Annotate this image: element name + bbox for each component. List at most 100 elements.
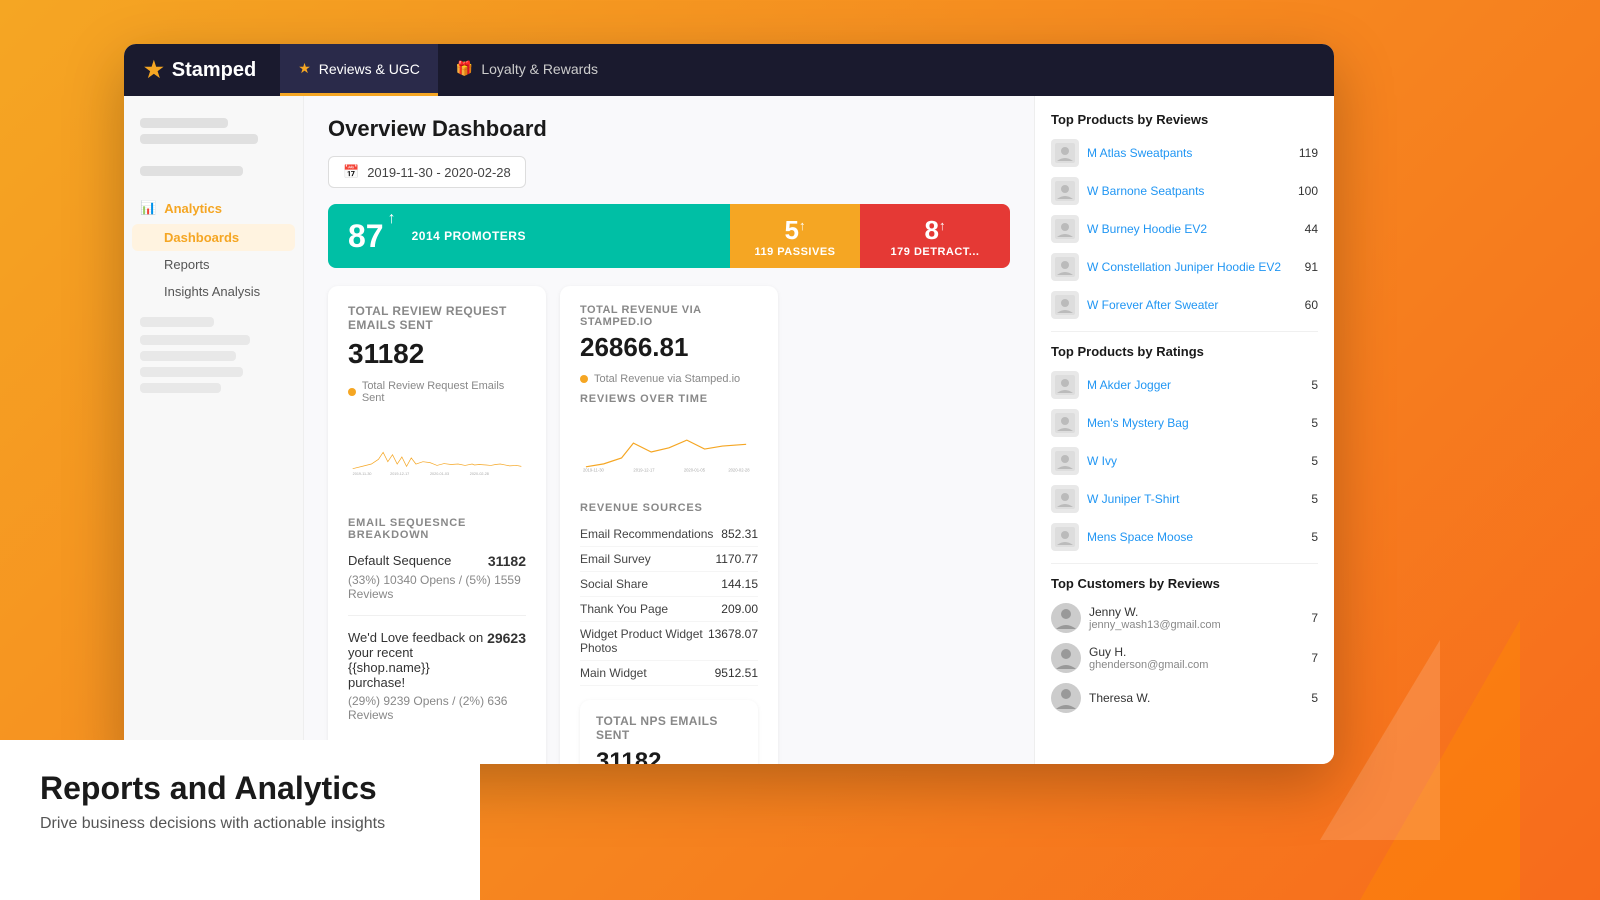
product-row: W Barnone Seatpants 100 [1051, 177, 1318, 205]
customer-name: Theresa W. [1089, 691, 1303, 705]
customer-avatar [1051, 643, 1081, 673]
product-count: 5 [1311, 492, 1318, 506]
product-thumb [1051, 447, 1079, 475]
product-name[interactable]: W Ivy [1087, 454, 1303, 468]
customer-avatar [1051, 603, 1081, 633]
source-amount: 13678.07 [708, 627, 758, 655]
product-count: 60 [1305, 298, 1318, 312]
source-name: Email Survey [580, 552, 651, 566]
revenue-card: Total Revenue via Stamped.io 26866.81 To… [560, 286, 778, 764]
source-amount: 852.31 [721, 527, 758, 541]
top-products-reviews-title: Top Products by Reviews [1051, 112, 1318, 127]
reviews-over-time-title: REVIEWS OVER TIME [580, 393, 758, 405]
app-window: ★ Stamped ★ Reviews & UGC 🎁 Loyalty & Re… [124, 44, 1334, 764]
top-customers-title: Top Customers by Reviews [1051, 576, 1318, 591]
product-name[interactable]: W Burney Hoodie EV2 [1087, 222, 1297, 236]
top-products-ratings-title: Top Products by Ratings [1051, 344, 1318, 359]
product-count: 5 [1311, 454, 1318, 468]
email-card-title: Total Review Request Emails Sent [348, 304, 526, 332]
product-thumb [1051, 291, 1079, 319]
revenue-chart: 2019-11-30 2019-12-17 2020-01-05 2020-02… [580, 417, 758, 487]
top-nav: ★ Stamped ★ Reviews & UGC 🎁 Loyalty & Re… [124, 44, 1334, 96]
sidebar-sub-dashboards[interactable]: Dashboards [132, 224, 295, 251]
nav-tab-loyalty-label: Loyalty & Rewards [481, 61, 598, 77]
product-name[interactable]: Men's Mystery Bag [1087, 416, 1303, 430]
brand-star-icon: ★ [144, 57, 164, 83]
dashboard-title: Overview Dashboard [328, 116, 1010, 142]
customer-row: Jenny W. jenny_wash13@gmail.com 7 [1051, 603, 1318, 633]
nps-detractors: 8 ↑ 179 DETRACT... [860, 204, 1010, 268]
svg-text:2019-12-17: 2019-12-17 [633, 468, 655, 473]
gift-icon: 🎁 [456, 60, 473, 77]
content-area: 📊 Analytics Dashboards Reports Insights … [124, 96, 1334, 764]
product-thumb [1051, 523, 1079, 551]
breakdown-title: EMAIL SEQUESNCE BREAKDOWN [348, 517, 526, 541]
product-name[interactable]: Mens Space Moose [1087, 530, 1303, 544]
revenue-source-row: Email Survey1170.77 [580, 547, 758, 572]
product-name[interactable]: M Atlas Sweatpants [1087, 146, 1291, 160]
nav-tab-reviews[interactable]: ★ Reviews & UGC [280, 44, 438, 96]
product-count: 44 [1305, 222, 1318, 236]
sidebar-dashboards-label: Dashboards [164, 230, 239, 245]
nps-promoters: 87 ↑ 2014 PROMOTERS [328, 204, 730, 268]
nps-detractors-label: 179 DETRACT... [891, 246, 980, 258]
customer-count: 7 [1311, 611, 1318, 625]
source-name: Email Recommendations [580, 527, 713, 541]
product-count: 91 [1305, 260, 1318, 274]
nps-promoters-label: 2014 PROMOTERS [412, 229, 526, 243]
sidebar-analytics-label: Analytics [164, 201, 222, 216]
placeholder-line [140, 335, 250, 345]
product-count: 100 [1298, 184, 1318, 198]
sources-title: REVENUE SOURCES [580, 502, 758, 514]
right-panel: Top Products by Reviews M Atlas Sweatpan… [1034, 96, 1334, 764]
product-row: Men's Mystery Bag 5 [1051, 409, 1318, 437]
product-row: Mens Space Moose 5 [1051, 523, 1318, 551]
source-name: Main Widget [580, 666, 647, 680]
nps-passives-label: 119 PASSIVES [754, 246, 835, 258]
product-name[interactable]: M Akder Jogger [1087, 378, 1303, 392]
svg-text:2019-11-30: 2019-11-30 [353, 472, 372, 476]
placeholder-line [140, 383, 221, 393]
seq-1-count: 31182 [488, 553, 526, 569]
source-name: Thank You Page [580, 602, 668, 616]
divider-2 [1051, 563, 1318, 564]
customer-count: 7 [1311, 651, 1318, 665]
nav-tab-loyalty[interactable]: 🎁 Loyalty & Rewards [438, 44, 616, 96]
date-range-picker[interactable]: 📅 2019-11-30 - 2020-02-28 [328, 156, 526, 188]
svg-text:2020-01-05: 2020-01-05 [684, 468, 706, 473]
product-name[interactable]: W Forever After Sweater [1087, 298, 1297, 312]
email-chart-legend: Total Review Request Emails Sent [348, 380, 526, 404]
sidebar: 📊 Analytics Dashboards Reports Insights … [124, 96, 304, 764]
sidebar-placeholder-1 [124, 112, 303, 156]
nps-promoters-score: 87 [348, 218, 384, 255]
revenue-source-row: Email Recommendations 852.31 [580, 522, 758, 547]
placeholder-line [140, 118, 228, 128]
product-name[interactable]: W Barnone Seatpants [1087, 184, 1290, 198]
product-thumb [1051, 253, 1079, 281]
source-name: Social Share [580, 577, 648, 591]
customer-avatar [1051, 683, 1081, 713]
sidebar-item-analytics[interactable]: 📊 Analytics [124, 192, 303, 224]
product-name[interactable]: W Constellation Juniper Hoodie EV2 [1087, 260, 1297, 274]
source-amount: 209.00 [721, 602, 758, 616]
email-chart: 2019-11-30 2019-12-17 2020-01-03 2020-02… [348, 412, 526, 502]
seq-1-sub: (33%) 10340 Opens / (5%) 1559 Reviews [348, 573, 526, 601]
seq-2-sub: (29%) 9239 Opens / (2%) 636 Reviews [348, 694, 526, 722]
product-name[interactable]: W Juniper T-Shirt [1087, 492, 1303, 506]
customer-row: Guy H. ghenderson@gmail.com 7 [1051, 643, 1318, 673]
nav-tab-reviews-label: Reviews & UGC [319, 61, 420, 77]
revenue-source-row: Main Widget9512.51 [580, 661, 758, 686]
sidebar-sub-insights[interactable]: Insights Analysis [124, 278, 303, 305]
promo-title: Reports and Analytics [40, 770, 440, 807]
revenue-source-row: Social Share144.15 [580, 572, 758, 597]
nps-passives: 5 ↑ 119 PASSIVES [730, 204, 860, 268]
customer-count: 5 [1311, 691, 1318, 705]
revenue-sources: Email Recommendations852.31Email Survey1… [580, 522, 758, 686]
customer-name: Jenny W. [1089, 605, 1303, 619]
sidebar-sub-reports[interactable]: Reports [124, 251, 303, 278]
svg-text:2020-02-28: 2020-02-28 [470, 472, 489, 476]
product-row: W Juniper T-Shirt 5 [1051, 485, 1318, 513]
customer-info: Jenny W. jenny_wash13@gmail.com [1089, 605, 1303, 631]
customer-email: jenny_wash13@gmail.com [1089, 619, 1303, 631]
sidebar-placeholder-group [124, 305, 303, 411]
